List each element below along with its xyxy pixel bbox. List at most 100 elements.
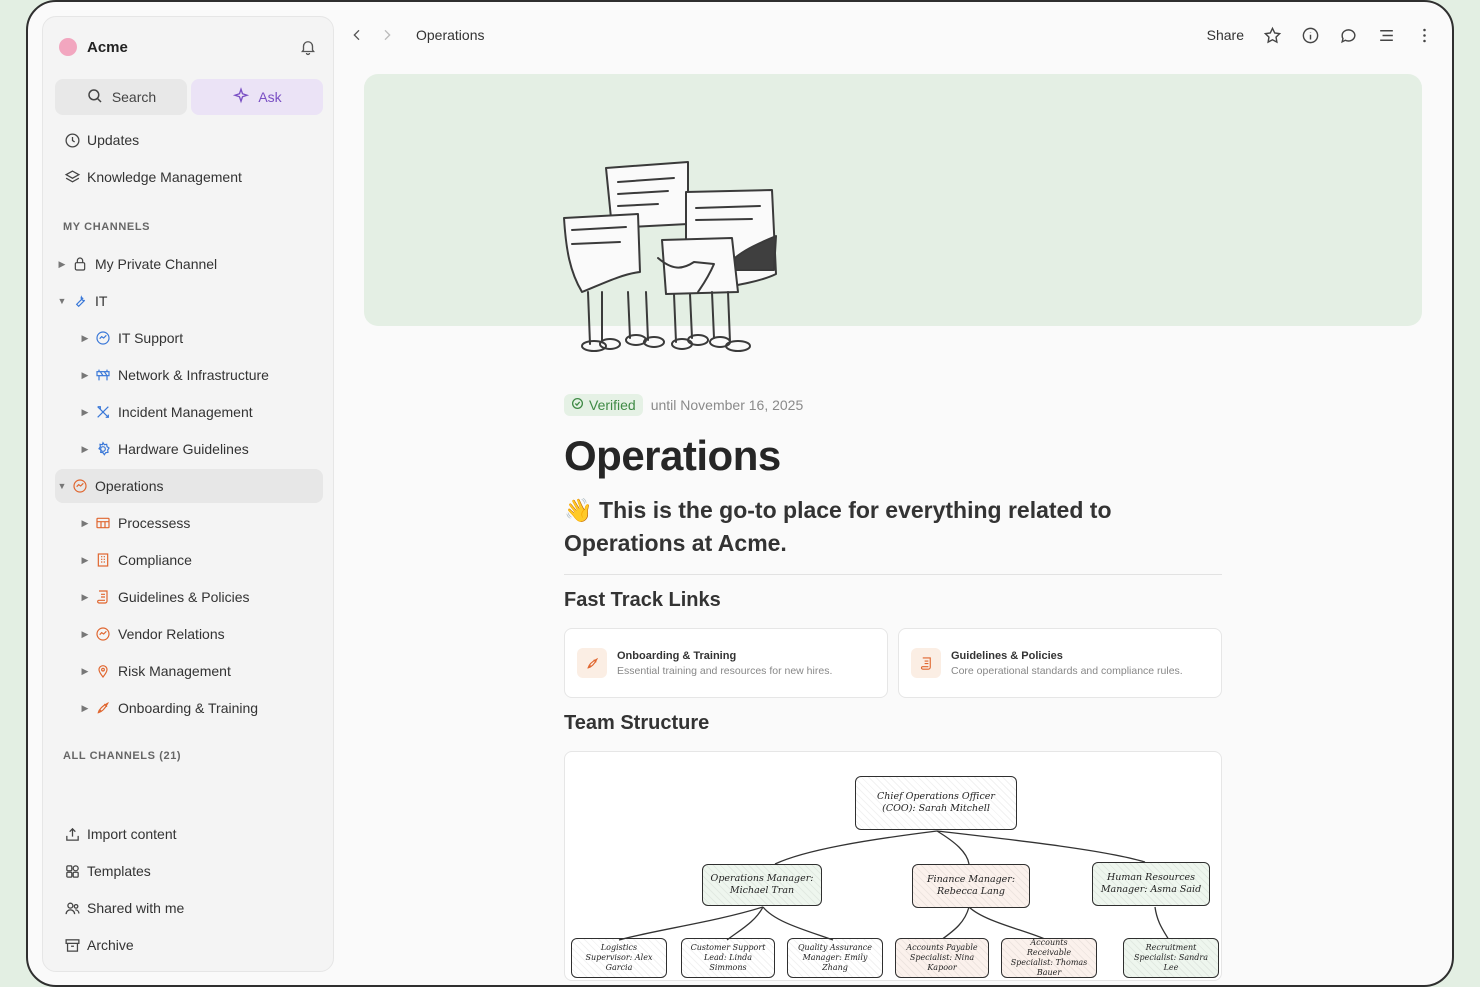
- nav-updates[interactable]: Updates: [55, 123, 323, 157]
- channel-label: Hardware Guidelines: [118, 441, 249, 457]
- sparkle-icon: [232, 86, 250, 108]
- layers-icon: [63, 168, 81, 186]
- info-icon[interactable]: [1300, 25, 1320, 45]
- rocket-icon: [577, 648, 607, 678]
- tools-icon: [94, 403, 112, 421]
- channel-vendor-relations[interactable]: ▶ Vendor Relations: [55, 617, 323, 651]
- caret-right-icon[interactable]: ▶: [78, 592, 92, 603]
- search-button[interactable]: Search: [55, 79, 187, 115]
- caret-right-icon[interactable]: ▶: [78, 333, 92, 344]
- nav-templates-label: Templates: [87, 863, 151, 879]
- fast-track-heading: Fast Track Links: [564, 589, 721, 611]
- caret-right-icon[interactable]: ▶: [78, 370, 92, 381]
- caret-right-icon[interactable]: ▶: [78, 518, 92, 529]
- all-channels-label[interactable]: ALL CHANNELS (21): [63, 750, 181, 762]
- caret-right-icon[interactable]: ▶: [78, 703, 92, 714]
- outline-icon[interactable]: [1376, 25, 1396, 45]
- my-channels-label: MY CHANNELS: [63, 221, 151, 233]
- caret-right-icon[interactable]: ▶: [78, 629, 92, 640]
- wrench-icon: [71, 292, 89, 310]
- verified-badge[interactable]: Verified: [564, 394, 643, 416]
- nav-templates[interactable]: Templates: [55, 854, 323, 888]
- workspace-header: Acme: [59, 35, 317, 59]
- org-node-ar-specialist: Accounts Receivable Specialist: Thomas B…: [1001, 938, 1097, 978]
- channel-label: IT: [95, 293, 108, 309]
- card-guidelines-policies[interactable]: Guidelines & Policies Core operational s…: [898, 628, 1222, 698]
- comment-icon[interactable]: [1338, 25, 1358, 45]
- channel-my-private-channel[interactable]: ▶ My Private Channel: [55, 247, 323, 281]
- support-icon: [94, 329, 112, 347]
- caret-right-icon[interactable]: ▶: [55, 259, 69, 270]
- channel-compliance[interactable]: ▶ Compliance: [55, 543, 323, 577]
- channel-label: Incident Management: [118, 404, 253, 420]
- breadcrumb[interactable]: Operations: [416, 27, 484, 43]
- card-title: Guidelines & Policies: [951, 649, 1063, 662]
- nav-import-label: Import content: [87, 826, 177, 842]
- bell-icon[interactable]: [299, 38, 317, 56]
- nav-knowledge-management[interactable]: Knowledge Management: [55, 160, 323, 194]
- channel-network-infrastructure[interactable]: ▶ Network & Infrastructure: [55, 358, 323, 392]
- org-node-hr-manager: Human Resources Manager: Asma Said: [1092, 862, 1210, 906]
- channel-processess[interactable]: ▶ Processess: [55, 506, 323, 540]
- page-title: Operations: [564, 432, 781, 479]
- templates-icon: [63, 862, 81, 880]
- fast-track-cards: Onboarding & Training Essential training…: [564, 628, 1222, 698]
- topbar-actions: Share: [1207, 25, 1434, 45]
- nav-archive[interactable]: Archive: [55, 928, 323, 962]
- users-icon: [63, 899, 81, 917]
- sidebar-actions: Search Ask: [55, 79, 323, 115]
- intro-text: This is the go-to place for everything r…: [564, 497, 1112, 556]
- sidebar: Acme Search Ask Updates Knowledge Manage…: [42, 16, 334, 972]
- channel-risk-management[interactable]: ▶ Risk Management: [55, 654, 323, 688]
- org-node-coo: Chief Operations Officer (COO): Sarah Mi…: [855, 776, 1017, 830]
- org-node-finance-manager: Finance Manager: Rebecca Lang: [912, 864, 1030, 908]
- caret-right-icon[interactable]: ▶: [78, 444, 92, 455]
- org-node-ops-manager: Operations Manager: Michael Tran: [702, 864, 822, 906]
- channel-operations[interactable]: ▼ Operations: [55, 469, 323, 503]
- building-icon: [94, 551, 112, 569]
- share-button[interactable]: Share: [1207, 27, 1244, 43]
- channel-label: Guidelines & Policies: [118, 589, 250, 605]
- caret-down-icon[interactable]: ▼: [55, 296, 69, 306]
- channel-hardware-guidelines[interactable]: ▶ Hardware Guidelines: [55, 432, 323, 466]
- workspace-name[interactable]: Acme: [87, 39, 299, 56]
- nav-shared-with-me[interactable]: Shared with me: [55, 891, 323, 925]
- app-window: Acme Search Ask Updates Knowledge Manage…: [26, 0, 1454, 987]
- nav-archive-label: Archive: [87, 937, 134, 953]
- caret-right-icon[interactable]: ▶: [78, 407, 92, 418]
- channel-onboarding-training[interactable]: ▶ Onboarding & Training: [55, 691, 323, 725]
- card-onboarding-training[interactable]: Onboarding & Training Essential training…: [564, 628, 888, 698]
- caret-down-icon[interactable]: ▼: [55, 481, 69, 491]
- verified-label: Verified: [589, 397, 636, 413]
- verified-until: until November 16, 2025: [650, 397, 804, 413]
- channel-label: My Private Channel: [95, 256, 218, 272]
- channel-it[interactable]: ▼ IT: [55, 284, 323, 318]
- handshake-icon: [94, 625, 112, 643]
- nav-import-content[interactable]: Import content: [55, 817, 323, 851]
- pin-icon: [94, 662, 112, 680]
- channel-incident-management[interactable]: ▶ Incident Management: [55, 395, 323, 429]
- page-content: Verified until November 16, 2025 Operati…: [564, 394, 1222, 981]
- rocket-icon: [94, 699, 112, 717]
- cover-banner: [364, 74, 1422, 326]
- more-icon[interactable]: [1414, 25, 1434, 45]
- process-icon: [94, 514, 112, 532]
- ask-label: Ask: [258, 89, 282, 105]
- workspace-avatar: [59, 38, 77, 56]
- card-description: Core operational standards and complianc…: [951, 664, 1183, 677]
- scroll-icon: [94, 588, 112, 606]
- upload-icon: [63, 825, 81, 843]
- lock-icon: [71, 255, 89, 273]
- forward-icon[interactable]: [376, 24, 398, 46]
- back-icon[interactable]: [346, 24, 368, 46]
- caret-right-icon[interactable]: ▶: [78, 555, 92, 566]
- nav-updates-label: Updates: [87, 132, 140, 148]
- search-icon: [86, 87, 104, 108]
- star-icon[interactable]: [1262, 25, 1282, 45]
- check-circle-icon: [571, 397, 584, 413]
- channel-it-support[interactable]: ▶ IT Support: [55, 321, 323, 355]
- ask-button[interactable]: Ask: [191, 79, 323, 115]
- caret-right-icon[interactable]: ▶: [78, 666, 92, 677]
- channel-guidelines-policies[interactable]: ▶ Guidelines & Policies: [55, 580, 323, 614]
- handshake-icon: [71, 477, 89, 495]
